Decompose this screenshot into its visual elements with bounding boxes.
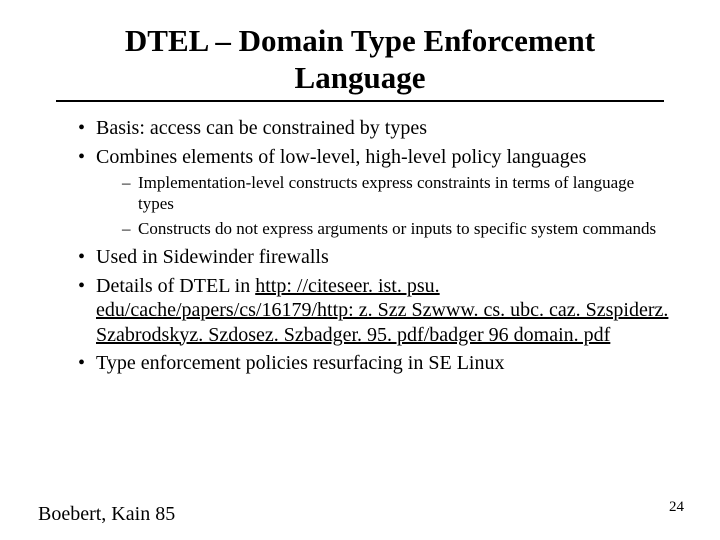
footer-citation: Boebert, Kain 85 — [38, 503, 175, 526]
list-item: Constructs do not express arguments or i… — [122, 219, 670, 240]
sub-bullet-list: Implementation-level constructs express … — [122, 173, 670, 239]
list-item: Combines elements of low-level, high-lev… — [78, 145, 670, 240]
bullet-text: Used in Sidewinder firewalls — [96, 246, 329, 268]
bullet-text: Constructs do not express arguments or i… — [138, 219, 656, 238]
list-item: Details of DTEL in http: //citeseer. ist… — [78, 274, 670, 347]
slide-title: DTEL – Domain Type Enforcement Language — [60, 0, 660, 96]
slide: DTEL – Domain Type Enforcement Language … — [0, 0, 720, 540]
list-item: Used in Sidewinder firewalls — [78, 245, 670, 269]
bullet-list: Basis: access can be constrained by type… — [78, 116, 670, 375]
bullet-text: Combines elements of low-level, high-lev… — [96, 146, 586, 168]
bullet-text: Basis: access can be constrained by type… — [96, 117, 427, 139]
bullet-text: Implementation-level constructs express … — [138, 173, 634, 213]
list-item: Type enforcement policies resurfacing in… — [78, 351, 670, 375]
page-number: 24 — [669, 499, 684, 516]
bullet-text: Type enforcement policies resurfacing in… — [96, 352, 504, 374]
title-underline — [56, 100, 664, 102]
list-item: Basis: access can be constrained by type… — [78, 116, 670, 140]
list-item: Implementation-level constructs express … — [122, 173, 670, 214]
bullet-text: Details of DTEL in — [96, 275, 255, 297]
